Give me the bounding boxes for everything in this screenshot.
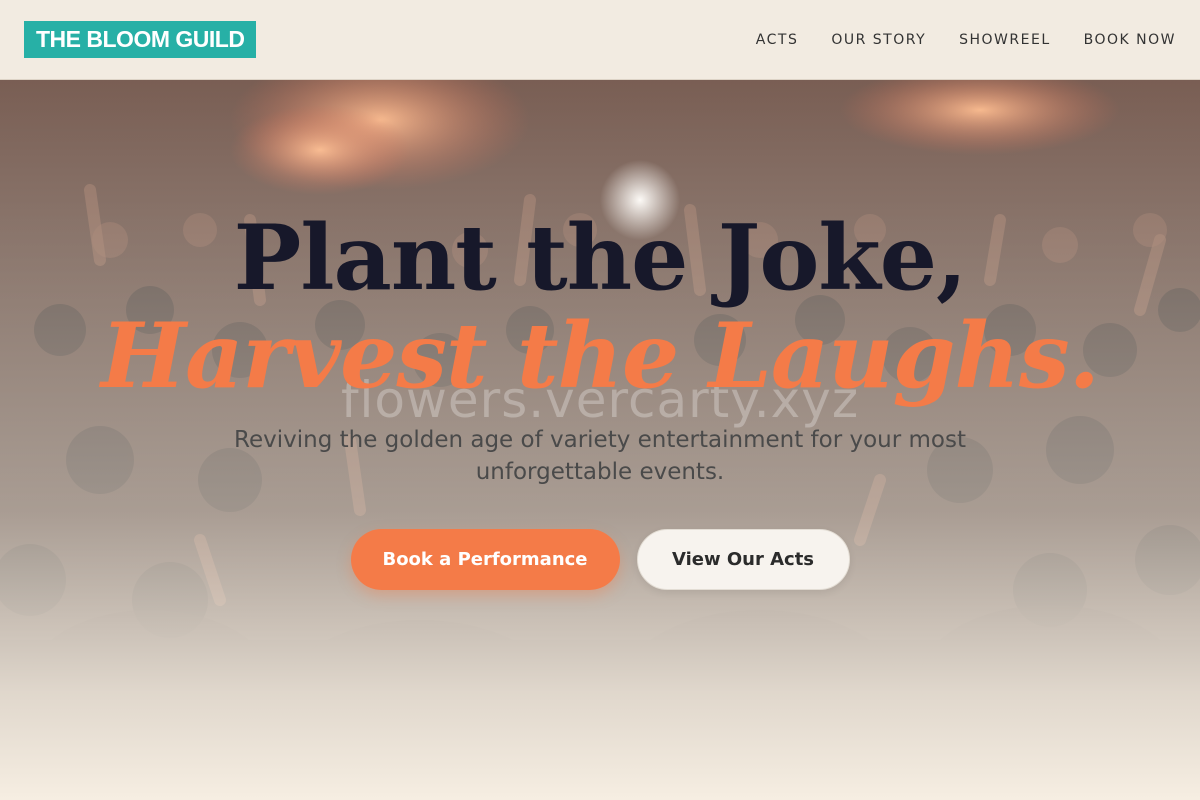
nav-link-our-story[interactable]: OUR STORY	[831, 32, 926, 48]
hero-headline: Plant the Joke, Harvest the Laughs.	[0, 208, 1200, 404]
top-navbar: THE BLOOM GUILD ACTS OUR STORY SHOWREEL …	[0, 0, 1200, 80]
headline-line-2: Harvest the Laughs.	[101, 303, 1100, 409]
landing-page: THE BLOOM GUILD ACTS OUR STORY SHOWREEL …	[0, 0, 1200, 800]
nav-link-showreel[interactable]: SHOWREEL	[959, 32, 1051, 48]
nav-link-acts[interactable]: ACTS	[756, 32, 799, 48]
brand-logo[interactable]: THE BLOOM GUILD	[24, 21, 257, 58]
hero-cta-group: Book a Performance View Our Acts	[0, 529, 1200, 590]
nav-link-book-now[interactable]: BOOK NOW	[1084, 32, 1176, 48]
main-nav: ACTS OUR STORY SHOWREEL BOOK NOW	[756, 0, 1176, 80]
view-acts-button[interactable]: View Our Acts	[636, 529, 850, 590]
book-performance-button[interactable]: Book a Performance	[350, 529, 620, 590]
hero-subtitle: Reviving the golden age of variety enter…	[234, 427, 966, 485]
headline-line-1: Plant the Joke,	[233, 205, 968, 311]
